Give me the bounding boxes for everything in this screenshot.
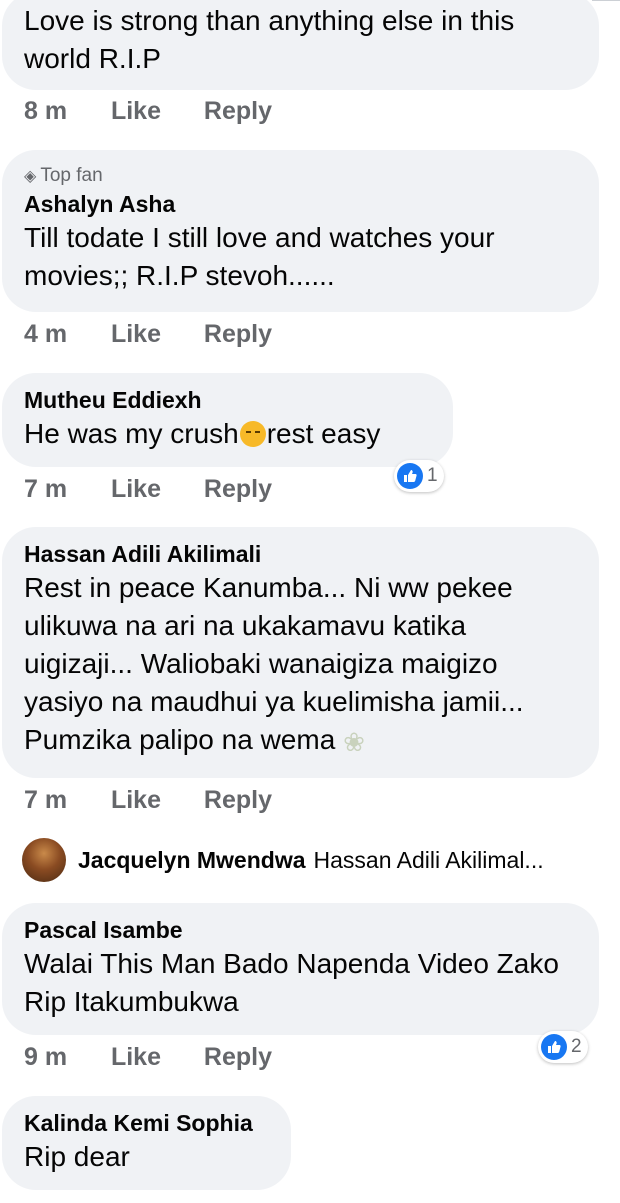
reaction-count: 1: [427, 465, 438, 486]
comment-bubble: Love is strong than anything else in thi…: [2, 0, 599, 90]
comment-actions: 4 m Like Reply: [24, 319, 272, 349]
commenter-name[interactable]: Kalinda Kemi Sophia: [24, 1108, 269, 1138]
top-fan-label: Top fan: [40, 165, 103, 186]
reaction-count-badge[interactable]: 2: [538, 1031, 588, 1063]
reaction-count-badge[interactable]: 1: [394, 460, 444, 492]
like-button[interactable]: Like: [111, 1042, 197, 1072]
dove-emoji: ❀: [343, 727, 365, 757]
comment-text: Rip dear: [24, 1141, 130, 1172]
sleepy-face-emoji: [239, 421, 266, 447]
comment-bubble: Mutheu Eddiexh He was my crush rest easy: [2, 373, 453, 467]
comment-text-part: He was my crush: [24, 418, 239, 449]
commenter-name[interactable]: Pascal Isambe: [24, 915, 577, 945]
comment-text: Walai This Man Bado Napenda Video Zako R…: [24, 948, 559, 1017]
comment-actions: 7 m Like Reply: [24, 785, 272, 815]
comment-time: 7 m: [24, 475, 68, 503]
like-icon: [541, 1034, 567, 1060]
comment-time: 8 m: [24, 97, 68, 125]
comment-bubble: Pascal Isambe Walai This Man Bado Napend…: [2, 903, 599, 1035]
comment-text-part: rest easy: [266, 418, 381, 449]
reply-button[interactable]: Reply: [204, 1042, 272, 1072]
comment-bubble: Hassan Adili Akilimali Rest in peace Kan…: [2, 527, 599, 778]
comment-text: Rest in peace Kanumba... Ni ww pekee uli…: [24, 569, 577, 761]
top-fan-badge: ◈ Top fan: [24, 164, 577, 189]
avatar[interactable]: [22, 838, 66, 882]
comment-text-part: Rest in peace Kanumba... Ni ww pekee uli…: [24, 572, 524, 755]
comment-text: He was my crush rest easy: [24, 415, 431, 453]
reply-button[interactable]: Reply: [204, 96, 272, 126]
comment-bubble: ◈ Top fan Ashalyn Asha Till todate I stil…: [2, 150, 599, 312]
reply-button[interactable]: Reply: [204, 785, 272, 815]
like-button[interactable]: Like: [111, 96, 197, 126]
reply-button[interactable]: Reply: [204, 319, 272, 349]
comment-text: Love is strong than anything else in thi…: [24, 5, 515, 74]
comment-text: Till todate I still love and watches you…: [24, 222, 495, 291]
comment-bubble: Kalinda Kemi Sophia Rip dear: [2, 1096, 291, 1190]
like-icon: [397, 463, 423, 489]
commenter-name[interactable]: Ashalyn Asha: [24, 189, 577, 219]
like-button[interactable]: Like: [111, 319, 197, 349]
comment-time: 9 m: [24, 1043, 68, 1071]
reply-preview-text: Hassan Adili Akilimal...: [313, 846, 544, 873]
comment-time: 4 m: [24, 320, 68, 348]
commenter-name[interactable]: Hassan Adili Akilimali: [24, 539, 577, 569]
comment-actions: 9 m Like Reply: [24, 1042, 272, 1072]
divider: [592, 0, 620, 1]
comment-actions: 7 m Like Reply: [24, 474, 272, 504]
comment-actions: 8 m Like Reply: [24, 96, 272, 126]
commenter-name[interactable]: Mutheu Eddiexh: [24, 385, 431, 415]
reply-preview[interactable]: Jacquelyn Mwendwa Hassan Adili Akilimal.…: [22, 835, 544, 885]
comment-time: 7 m: [24, 786, 68, 814]
reply-author-name[interactable]: Jacquelyn Mwendwa: [78, 847, 306, 874]
reply-button[interactable]: Reply: [204, 474, 272, 504]
diamond-icon: ◈: [24, 168, 37, 185]
like-button[interactable]: Like: [111, 474, 197, 504]
like-button[interactable]: Like: [111, 785, 197, 815]
reaction-count: 2: [571, 1036, 582, 1057]
